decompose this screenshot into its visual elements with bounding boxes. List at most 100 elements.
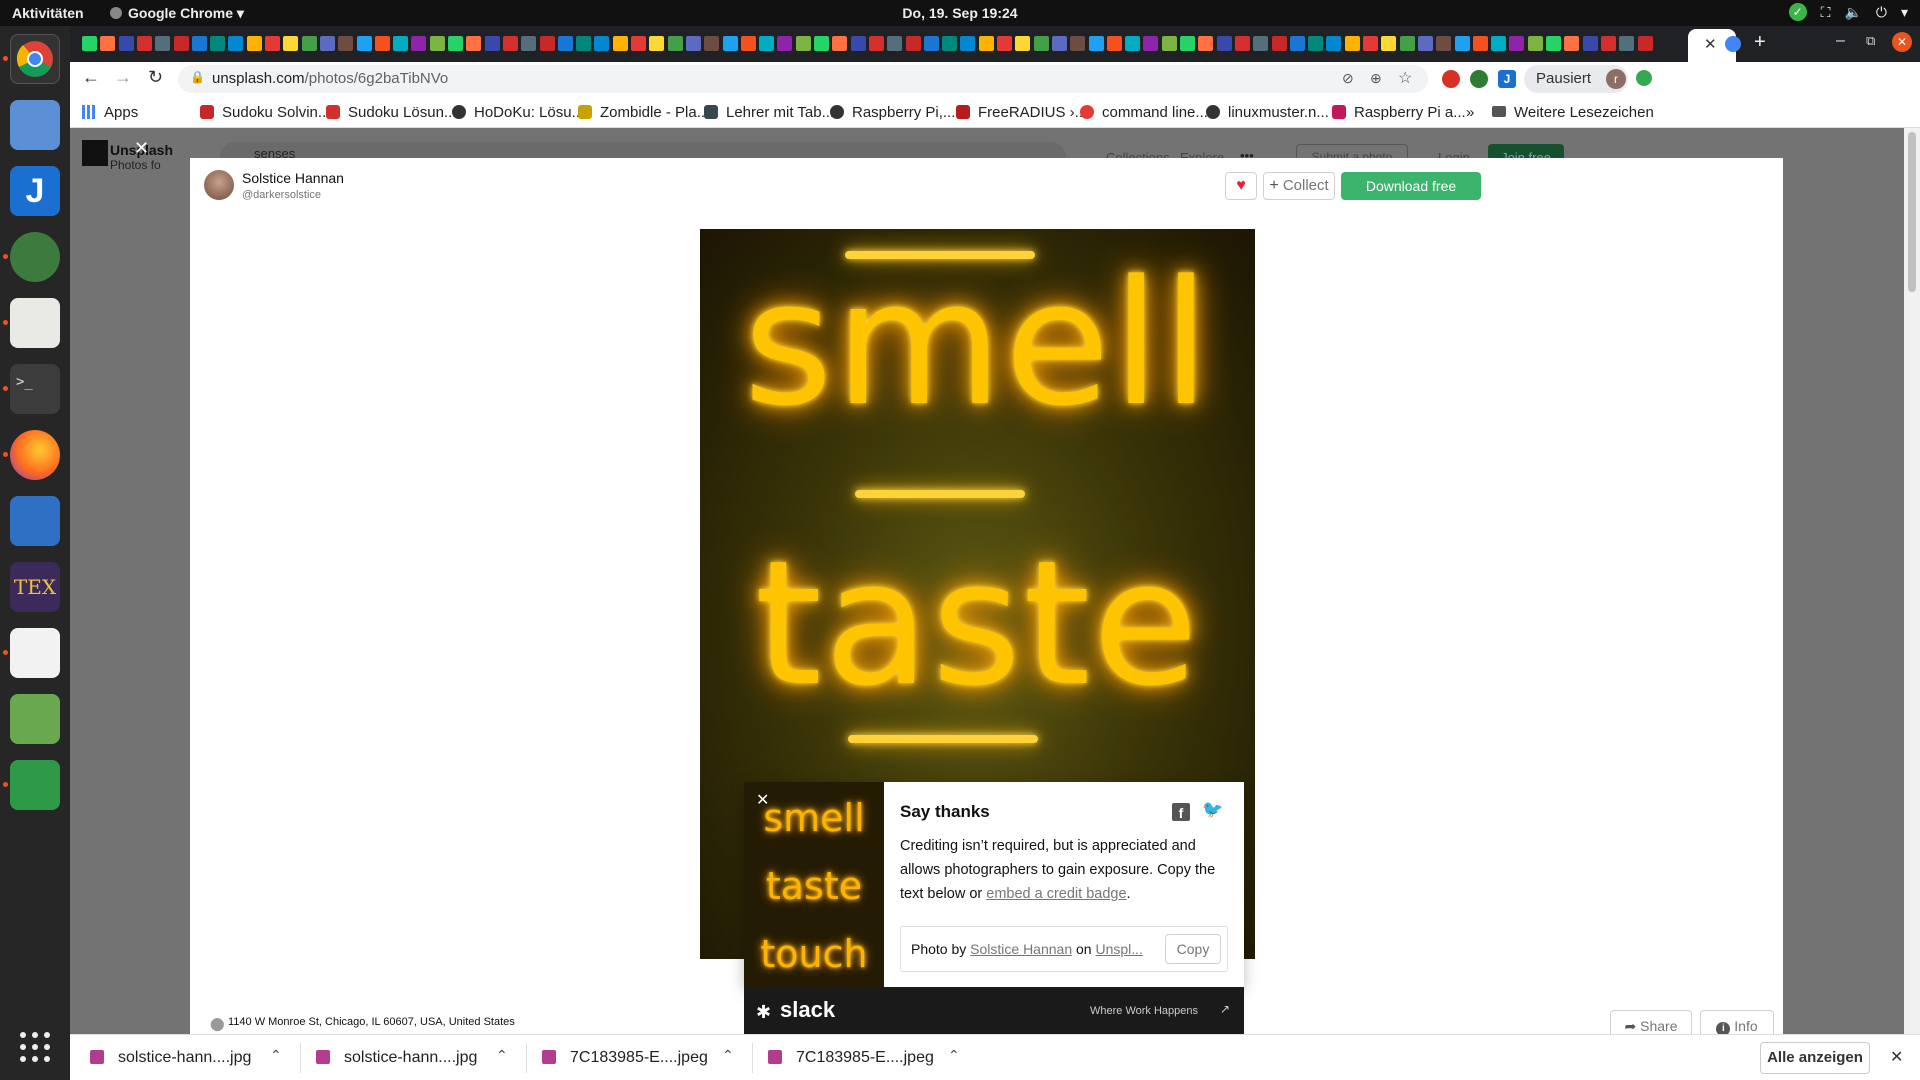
like-button[interactable]: ♥ [1225, 172, 1257, 200]
pinned-tab-favicon-icon[interactable] [448, 36, 463, 51]
bookmark-item[interactable]: Sudoku Solvin... [200, 104, 330, 121]
pinned-tab-favicon-icon[interactable] [338, 36, 354, 51]
address-bar[interactable]: 🔒 unsplash.com/photos/6g2baTibNVo ⊘ ⊕ ☆ [178, 65, 1428, 93]
text-editor-icon[interactable] [10, 628, 60, 678]
close-shelf-icon[interactable]: ✕ [1890, 1047, 1903, 1067]
check-status-icon[interactable]: ✓ [1788, 3, 1807, 21]
pinned-tab-favicon-icon[interactable] [1033, 36, 1049, 51]
pinned-tab-favicon-icon[interactable] [795, 36, 811, 51]
pinned-tab-favicon-icon[interactable] [155, 36, 171, 51]
pinned-tab-favicon-icon[interactable] [1527, 36, 1543, 51]
pinned-tab-favicon-icon[interactable] [868, 36, 884, 51]
extension-icon[interactable] [1442, 70, 1460, 88]
texmaker-icon[interactable]: TEX [10, 562, 60, 612]
chrome-icon[interactable] [10, 34, 60, 84]
back-icon[interactable]: ← [82, 67, 100, 88]
page-scrollbar[interactable] [1904, 128, 1920, 1060]
translate-icon[interactable]: ⊘ [1342, 70, 1354, 87]
pinned-tab-favicon-icon[interactable] [1106, 36, 1122, 51]
profile-button[interactable]: Pausiert r [1524, 65, 1628, 93]
pinned-tab-favicon-icon[interactable] [1161, 36, 1177, 51]
pinned-tab-favicon-icon[interactable] [1234, 36, 1250, 51]
bookmark-item[interactable]: Zombidle - Pla... [578, 104, 709, 121]
files-icon[interactable] [10, 298, 60, 348]
libreoffice-writer-icon[interactable] [10, 496, 60, 546]
forward-icon[interactable]: → [114, 67, 132, 88]
pinned-tab-favicon-icon[interactable] [887, 36, 903, 51]
pinned-tab-favicon-icon[interactable] [246, 36, 262, 51]
credit-text[interactable]: Photo by Solstice Hannan on Unspl... [911, 941, 1143, 957]
pinned-tab-favicon-icon[interactable] [1381, 36, 1397, 51]
pinned-tab-favicon-icon[interactable] [1472, 36, 1488, 51]
pinned-tab-favicon-icon[interactable] [301, 36, 317, 51]
pinned-tab-favicon-icon[interactable] [210, 36, 226, 51]
pinned-tab-favicon-icon[interactable] [173, 36, 189, 51]
show-all-downloads-button[interactable]: Alle anzeigen [1760, 1042, 1870, 1074]
pinned-tab-favicon-icon[interactable] [82, 36, 97, 51]
pinned-tab-favicon-icon[interactable] [1125, 36, 1141, 51]
pinned-tab-favicon-icon[interactable] [923, 36, 939, 51]
pinned-tab-favicon-icon[interactable] [1326, 36, 1342, 51]
pinned-tab-favicon-icon[interactable] [978, 36, 994, 51]
chevron-up-icon[interactable]: ⌃ [722, 1047, 734, 1064]
pinned-tab-favicon-icon[interactable] [667, 36, 683, 51]
restore-button[interactable]: ⧉ [1866, 33, 1875, 49]
pinned-tab-favicon-icon[interactable] [1253, 36, 1269, 51]
collect-button[interactable]: + Collect [1263, 172, 1335, 200]
pinned-tab-favicon-icon[interactable] [759, 36, 775, 51]
cast-icon[interactable]: ⊕ [1370, 70, 1382, 87]
author-avatar[interactable] [204, 170, 234, 200]
minimize-button[interactable]: – [1836, 32, 1845, 50]
location-text[interactable]: 1140 W Monroe St, Chicago, IL 60607, USA… [228, 1016, 515, 1028]
pinned-tab-favicon-icon[interactable] [1344, 36, 1360, 51]
pinned-tab-favicon-icon[interactable] [1308, 36, 1324, 51]
pinned-tab-favicon-icon[interactable] [777, 36, 793, 51]
window-close-button[interactable]: ✕ [1892, 32, 1912, 52]
pinned-tab-favicon-icon[interactable] [1600, 36, 1616, 51]
terminal-icon[interactable]: >_ [10, 364, 60, 414]
pinned-tab-favicon-icon[interactable] [685, 36, 701, 51]
pinned-tab-favicon-icon[interactable] [1216, 36, 1232, 51]
pinned-tab-favicon-icon[interactable] [557, 36, 573, 51]
pinned-tab-favicon-icon[interactable] [429, 36, 445, 51]
copy-button[interactable]: Copy [1165, 934, 1221, 964]
tab-close-icon[interactable]: ✕ [1704, 35, 1717, 53]
download-item[interactable]: 7C183985-E....jpeg [542, 1049, 708, 1067]
pinned-tab-favicon-icon[interactable] [1454, 36, 1470, 51]
pinned-tab-favicon-icon[interactable] [502, 36, 518, 51]
pinned-tab-favicon-icon[interactable] [1051, 36, 1067, 51]
extension-icon[interactable] [1470, 70, 1488, 88]
pinned-tab-favicon-icon[interactable] [960, 36, 976, 51]
bookmark-item[interactable]: Lehrer mit Tab... [704, 104, 834, 121]
pinned-tab-favicon-icon[interactable] [1399, 36, 1415, 51]
pinned-tab-favicon-icon[interactable] [814, 36, 829, 51]
pinned-tab-favicon-icon[interactable] [319, 36, 335, 51]
bookmark-item[interactable]: linuxmuster.n... [1206, 104, 1329, 121]
facebook-icon[interactable]: f [1172, 803, 1190, 821]
download-item[interactable]: solstice-hann....jpg [90, 1049, 251, 1067]
pinned-tab-favicon-icon[interactable] [1180, 36, 1195, 51]
chevron-up-icon[interactable]: ⌃ [948, 1047, 960, 1064]
reload-icon[interactable]: ↻ [148, 67, 163, 88]
pinned-tab-favicon-icon[interactable] [942, 36, 958, 51]
pinned-tab-favicon-icon[interactable] [1564, 36, 1580, 51]
pinned-tab-favicon-icon[interactable] [466, 36, 482, 51]
close-modal-icon[interactable]: ✕ [134, 138, 149, 159]
pinned-tab-favicon-icon[interactable] [228, 36, 244, 51]
pinned-tab-favicon-icon[interactable] [100, 36, 116, 51]
pinned-tab-favicon-icon[interactable] [265, 36, 280, 51]
pinned-tab-favicon-icon[interactable] [1417, 36, 1433, 51]
scrollbar-thumb[interactable] [1908, 132, 1916, 292]
popup-close-icon[interactable]: ✕ [756, 790, 769, 810]
pinned-tab-favicon-icon[interactable] [576, 36, 592, 51]
pinned-tab-favicon-icon[interactable] [1088, 36, 1104, 51]
volume-icon[interactable]: 🔈 [1844, 4, 1861, 21]
pinned-tab-favicon-icon[interactable] [832, 36, 848, 51]
pinned-tab-favicon-icon[interactable] [1582, 36, 1598, 51]
pinned-tab-favicon-icon[interactable] [283, 36, 299, 51]
app-menu[interactable]: Google Chrome ▾ [110, 5, 244, 22]
bookmark-item[interactable]: Raspberry Pi a... [1332, 104, 1466, 121]
activities-button[interactable]: Aktivitäten [12, 5, 84, 21]
system-tray[interactable]: ✓ ⛶ 🔈 ⏻ ▾ [1788, 3, 1908, 21]
pinned-tab-favicon-icon[interactable] [1015, 36, 1031, 51]
